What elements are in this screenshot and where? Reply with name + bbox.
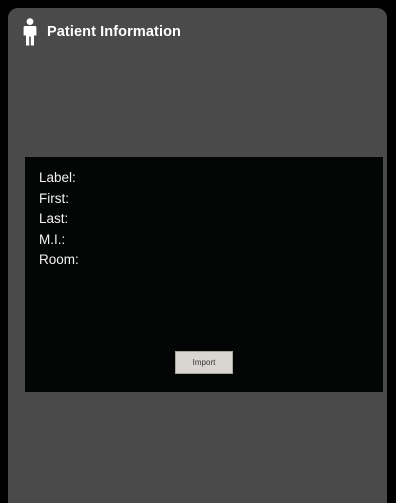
person-icon: [23, 18, 37, 46]
panel-header: Patient Information: [23, 18, 181, 46]
patient-details-box: Label: First: Last: M.I.: Room: Import: [25, 157, 383, 392]
patient-fields: Label: First: Last: M.I.: Room:: [39, 168, 79, 271]
room-label: Room:: [39, 252, 79, 267]
first-name-label: First:: [39, 190, 69, 206]
import-button[interactable]: Import: [175, 351, 233, 374]
patient-info-panel: Patient Information Label: First: Last: …: [8, 8, 387, 503]
middle-initial-label: M.I.:: [39, 231, 66, 247]
last-name-label: Last:: [39, 211, 69, 226]
page-title: Patient Information: [47, 24, 182, 40]
label-field-label: Label:: [39, 170, 76, 185]
